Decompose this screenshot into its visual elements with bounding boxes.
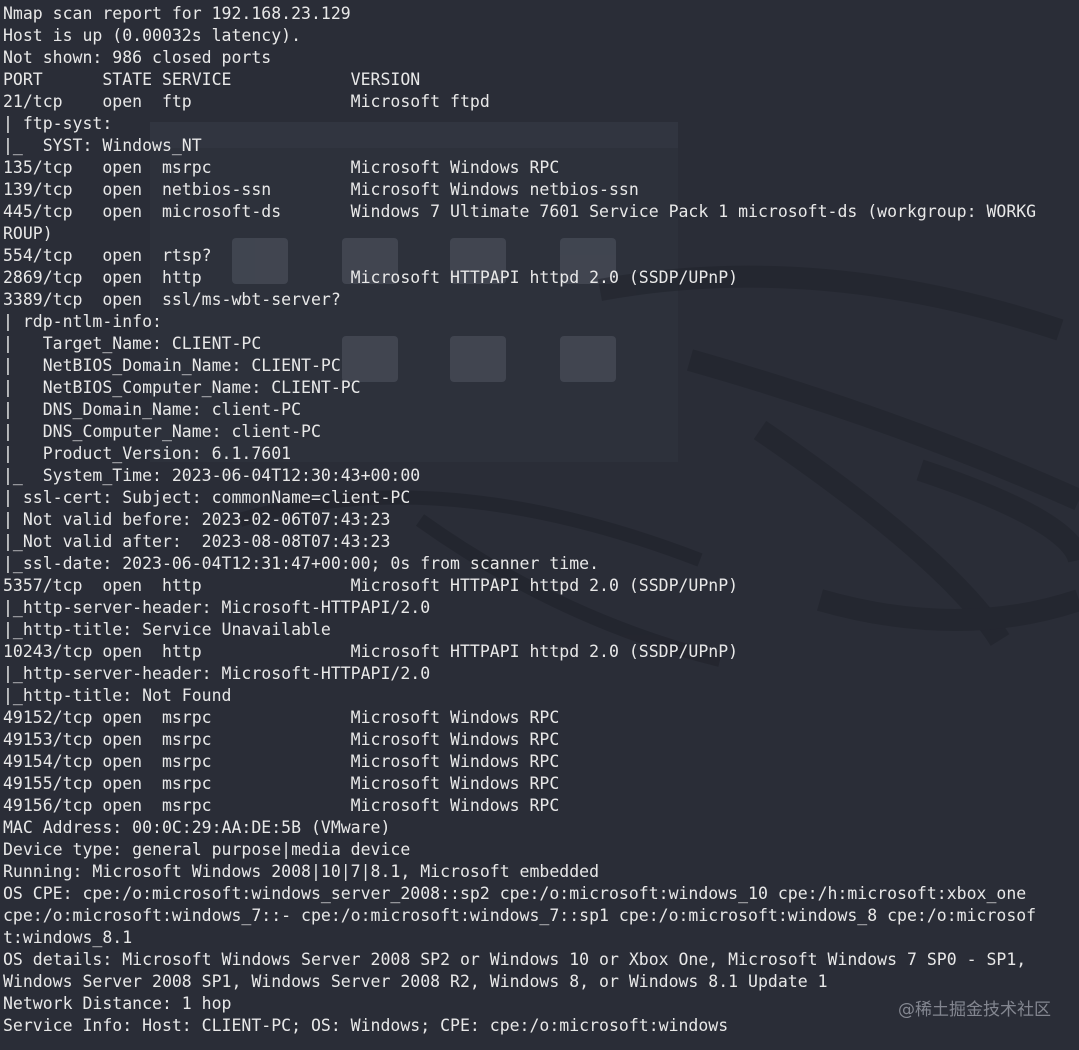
terminal-line: Running: Microsoft Windows 2008|10|7|8.1…	[3, 862, 600, 881]
terminal-line: | Product_Version: 6.1.7601	[3, 444, 292, 463]
terminal-line: |_ System_Time: 2023-06-04T12:30:43+00:0…	[3, 466, 421, 485]
terminal-line: 445/tcp open microsoft-ds Windows 7 Ulti…	[3, 202, 1037, 221]
terminal-line: Device type: general purpose|media devic…	[3, 840, 411, 859]
terminal-line: 49154/tcp open msrpc Microsoft Windows R…	[3, 752, 560, 771]
terminal-line: | NetBIOS_Domain_Name: CLIENT-PC	[3, 356, 341, 375]
terminal-line: |_http-title: Service Unavailable	[3, 620, 331, 639]
terminal-line: 21/tcp open ftp Microsoft ftpd	[3, 92, 490, 111]
terminal-line: | ftp-syst:	[3, 114, 113, 133]
terminal-line: 135/tcp open msrpc Microsoft Windows RPC	[3, 158, 560, 177]
terminal-line: Network Distance: 1 hop	[3, 994, 232, 1013]
terminal-line: | Target_Name: CLIENT-PC	[3, 334, 262, 353]
terminal-line: | DNS_Domain_Name: client-PC	[3, 400, 302, 419]
terminal-line: | Not valid before: 2023-02-06T07:43:23	[3, 510, 391, 529]
terminal-line: MAC Address: 00:0C:29:AA:DE:5B (VMware)	[3, 818, 391, 837]
terminal-line: 49156/tcp open msrpc Microsoft Windows R…	[3, 796, 560, 815]
terminal-line: | rdp-ntlm-info:	[3, 312, 162, 331]
terminal-line: |_ SYST: Windows_NT	[3, 136, 202, 155]
terminal-line: ROUP)	[3, 224, 53, 243]
terminal-line: t:windows_8.1	[3, 928, 133, 947]
terminal-line: Host is up (0.00032s latency).	[3, 26, 302, 45]
watermark-text: @稀土掘金技术社区	[898, 1000, 1051, 1020]
terminal-line: 554/tcp open rtsp?	[3, 246, 212, 265]
terminal-line: |_http-title: Not Found	[3, 686, 232, 705]
terminal-line: cpe:/o:microsoft:windows_7::- cpe:/o:mic…	[3, 906, 1037, 925]
terminal-line: |_Not valid after: 2023-08-08T07:43:23	[3, 532, 391, 551]
terminal-line: | DNS_Computer_Name: client-PC	[3, 422, 321, 441]
terminal-line: 3389/tcp open ssl/ms-wbt-server?	[3, 290, 341, 309]
terminal-line: Nmap scan report for 192.168.23.129	[3, 4, 351, 23]
terminal-output: Nmap scan report for 192.168.23.129 Host …	[0, 0, 1079, 1050]
terminal-line: | ssl-cert: Subject: commonName=client-P…	[3, 488, 411, 507]
terminal-line: |_http-server-header: Microsoft-HTTPAPI/…	[3, 664, 431, 683]
terminal-line: Service Info: Host: CLIENT-PC; OS: Windo…	[3, 1016, 729, 1035]
terminal-line: Not shown: 986 closed ports	[3, 48, 272, 67]
terminal-line: |_ssl-date: 2023-06-04T12:31:47+00:00; 0…	[3, 554, 600, 573]
terminal-line: |_http-server-header: Microsoft-HTTPAPI/…	[3, 598, 431, 617]
terminal-line: 49155/tcp open msrpc Microsoft Windows R…	[3, 774, 560, 793]
terminal-line: 5357/tcp open http Microsoft HTTPAPI htt…	[3, 576, 739, 595]
terminal-line: 2869/tcp open http Microsoft HTTPAPI htt…	[3, 268, 739, 287]
terminal-line: 49152/tcp open msrpc Microsoft Windows R…	[3, 708, 560, 727]
terminal-line: | NetBIOS_Computer_Name: CLIENT-PC	[3, 378, 361, 397]
terminal-line: 139/tcp open netbios-ssn Microsoft Windo…	[3, 180, 639, 199]
terminal-line: OS CPE: cpe:/o:microsoft:windows_server_…	[3, 884, 1027, 903]
terminal-line: 10243/tcp open http Microsoft HTTPAPI ht…	[3, 642, 739, 661]
terminal-line: OS details: Microsoft Windows Server 200…	[3, 950, 1027, 969]
terminal-line: 49153/tcp open msrpc Microsoft Windows R…	[3, 730, 560, 749]
terminal-line: PORT STATE SERVICE VERSION	[3, 70, 421, 89]
terminal-line: Windows Server 2008 SP1, Windows Server …	[3, 972, 828, 991]
